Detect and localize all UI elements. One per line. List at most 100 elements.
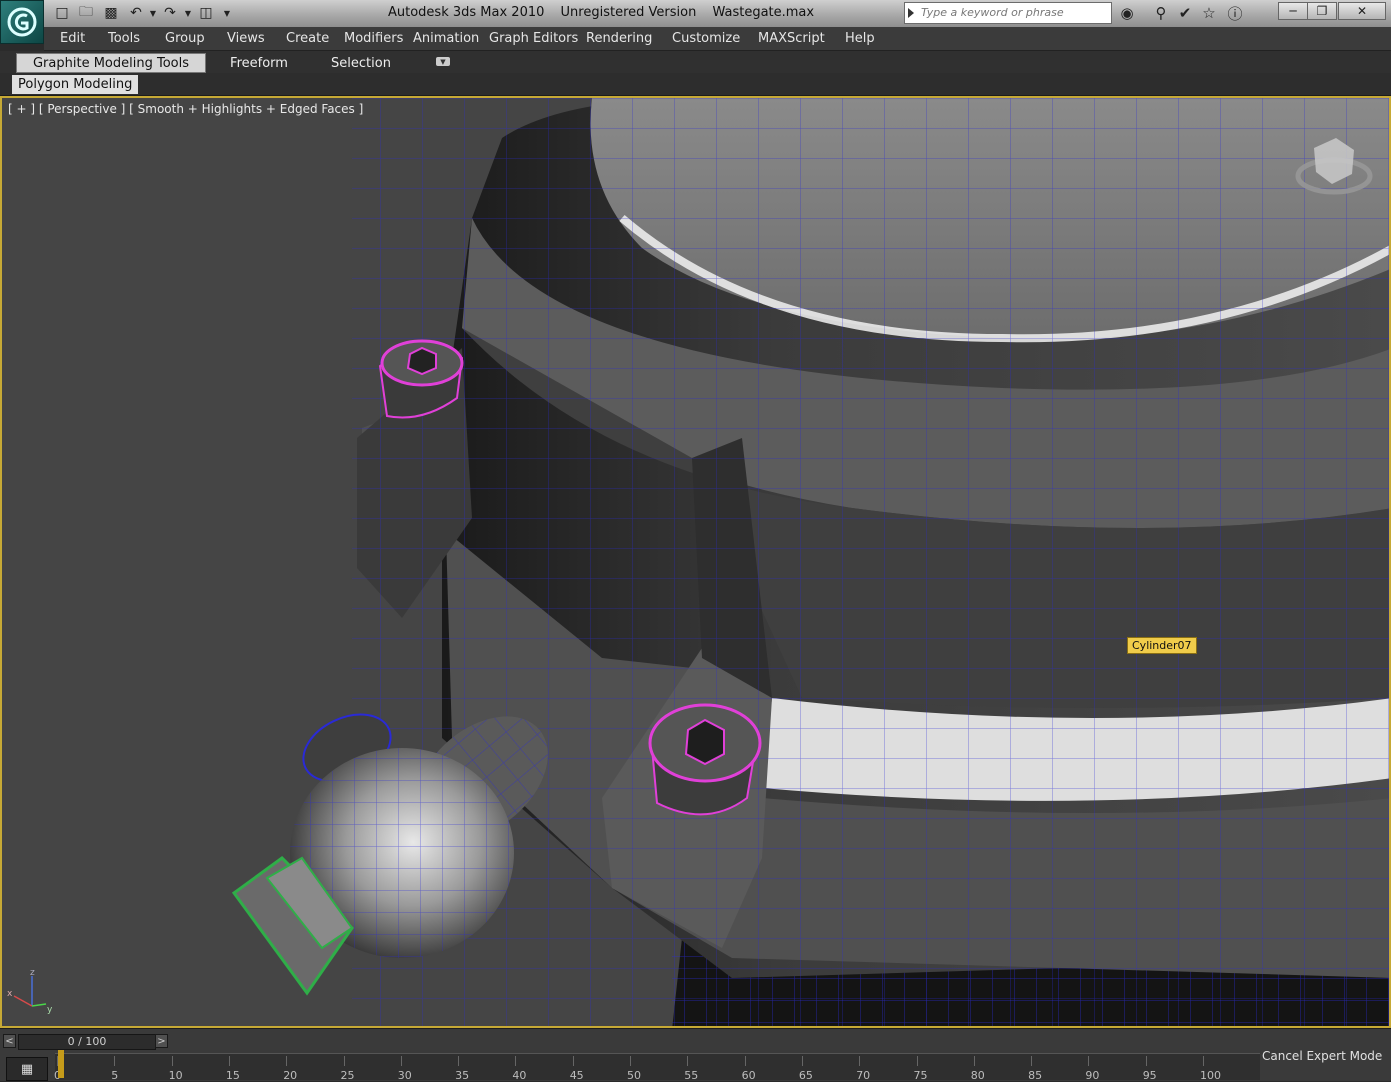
ribbon-minimize-icon[interactable]: ▼ (436, 57, 450, 66)
tick-mark (572, 1056, 574, 1066)
tab-selection[interactable]: Selection (326, 53, 396, 73)
magnifier-icon[interactable]: ⚲ (1150, 3, 1172, 23)
time-prev-button[interactable]: < (3, 1034, 16, 1048)
minimize-icon[interactable]: ─ (1278, 2, 1308, 20)
open-folder-icon[interactable]: 🗀 (76, 3, 96, 23)
menu-rendering[interactable]: Rendering (586, 31, 652, 46)
window-title: Autodesk 3ds Max 2010 Unregistered Versi… (388, 5, 826, 20)
restore-icon[interactable]: ❐ (1307, 2, 1337, 20)
time-slider[interactable]: 0 / 100 (18, 1034, 156, 1050)
search-input[interactable]: Type a keyword or phrase (904, 2, 1112, 24)
time-slider-area: < 0 / 100 > ▦ 05101520253035404550556065… (0, 1028, 1391, 1082)
tick-mark (343, 1056, 345, 1066)
tick-label: 45 (569, 1069, 584, 1082)
app-logo-icon[interactable] (0, 0, 44, 44)
tab-graphite-modeling-tools[interactable]: Graphite Modeling Tools (16, 53, 206, 73)
menu-graph-editors[interactable]: Graph Editors (489, 31, 578, 46)
title-bar: □ 🗀 ▩ ↶ ▼ ↷ ▼ ◫ ▼ Autodesk 3ds Max 2010 … (0, 0, 1391, 28)
menu-views[interactable]: Views (227, 31, 265, 46)
file-name: Wastegate.max (712, 5, 815, 20)
polygon-modeling-panel-tab[interactable]: Polygon Modeling (12, 75, 139, 94)
ribbon-tab-bar: Graphite Modeling Tools Freeform Selecti… (0, 51, 1391, 73)
menu-customize[interactable]: Customize (672, 31, 740, 46)
tick-label: 5 (111, 1069, 119, 1082)
tick-mark (1031, 1056, 1033, 1066)
tick-label: 25 (340, 1069, 355, 1082)
selected-bolt-front (648, 703, 762, 816)
menu-maxscript[interactable]: MAXScript (758, 31, 825, 46)
favorites-star-icon[interactable]: ☆ (1198, 3, 1220, 23)
tick-label: 85 (1028, 1069, 1043, 1082)
key-filter-icon[interactable]: ▦ (6, 1057, 48, 1081)
menu-animation[interactable]: Animation (413, 31, 479, 46)
tick-label: 35 (455, 1069, 470, 1082)
help-icon[interactable]: ⓘ (1224, 3, 1246, 23)
tick-mark (916, 1056, 918, 1066)
time-next-button[interactable]: > (155, 1034, 168, 1048)
wireframe-overlay (352, 98, 1389, 1026)
frame-readout: 0 / 100 (67, 1035, 107, 1048)
tick-label: 95 (1142, 1069, 1157, 1082)
undo-dropdown-icon[interactable]: ▼ (148, 3, 158, 23)
search-placeholder: Type a keyword or phrase (921, 6, 1064, 19)
tick-mark (515, 1056, 517, 1066)
axis-y-label: y (47, 1005, 53, 1015)
ribbon-panel: Polygon Modeling (0, 73, 1391, 96)
communication-icon[interactable]: ✔ (1174, 3, 1196, 23)
scene-render (231, 98, 1389, 1026)
tick-label: 90 (1085, 1069, 1100, 1082)
tick-mark (171, 1056, 173, 1066)
search-arrow-icon (908, 8, 914, 18)
version-note: Unregistered Version (560, 5, 697, 20)
menu-help[interactable]: Help (845, 31, 875, 46)
tick-label: 55 (684, 1069, 699, 1082)
tick-label: 40 (512, 1069, 527, 1082)
axis-z-label: z (30, 968, 35, 978)
tick-mark (687, 1056, 689, 1066)
tick-label: 10 (168, 1069, 183, 1082)
tick-mark (1088, 1056, 1090, 1066)
app-name: Autodesk 3ds Max 2010 (388, 5, 545, 20)
tick-label: 100 (1200, 1069, 1221, 1082)
viewport-label[interactable]: [ + ] [ Perspective ] [ Smooth + Highlig… (8, 102, 363, 116)
tick-label: 15 (225, 1069, 240, 1082)
tick-mark (458, 1056, 460, 1066)
tick-label: 50 (627, 1069, 641, 1082)
project-folder-icon[interactable]: ◫ (196, 3, 216, 23)
redo-dropdown-icon[interactable]: ▼ (183, 3, 193, 23)
tick-mark (1203, 1056, 1204, 1066)
binoculars-icon[interactable]: ◉ (1116, 3, 1138, 23)
tick-label: 20 (283, 1069, 298, 1082)
undo-icon[interactable]: ↶ (126, 3, 146, 23)
tab-freeform[interactable]: Freeform (222, 53, 296, 73)
new-file-icon[interactable]: □ (52, 3, 72, 23)
menu-bar: Edit Tools Group Views Create Modifiers … (44, 27, 1391, 51)
tick-mark (744, 1056, 746, 1066)
object-name-tooltip: Cylinder07 (1127, 637, 1197, 654)
tick-mark (630, 1056, 631, 1066)
tick-label: 75 (913, 1069, 928, 1082)
tick-label: 60 (741, 1069, 756, 1082)
tick-label: 80 (970, 1069, 985, 1082)
current-frame-marker[interactable] (58, 1050, 64, 1078)
tick-mark (973, 1056, 975, 1066)
menu-tools[interactable]: Tools (108, 31, 140, 46)
save-icon[interactable]: ▩ (101, 3, 121, 23)
close-icon[interactable]: ✕ (1338, 2, 1386, 20)
redo-icon[interactable]: ↷ (160, 3, 180, 23)
axis-tripod-icon: z x y (6, 966, 56, 1016)
perspective-viewport[interactable]: [ + ] [ Perspective ] [ Smooth + Highlig… (0, 96, 1391, 1028)
tick-mark (286, 1056, 288, 1066)
tick-mark (859, 1056, 861, 1066)
cancel-expert-mode-button[interactable]: Cancel Expert Mode (1262, 1049, 1382, 1063)
tick-label: 65 (798, 1069, 813, 1082)
quick-access-dropdown-icon[interactable]: ▼ (222, 3, 232, 23)
menu-group[interactable]: Group (165, 31, 205, 46)
menu-modifiers[interactable]: Modifiers (344, 31, 403, 46)
tick-mark (400, 1056, 402, 1066)
tick-mark (114, 1056, 116, 1066)
axis-x-label: x (7, 989, 13, 999)
menu-create[interactable]: Create (286, 31, 329, 46)
menu-edit[interactable]: Edit (60, 31, 85, 46)
tick-mark (801, 1056, 803, 1066)
